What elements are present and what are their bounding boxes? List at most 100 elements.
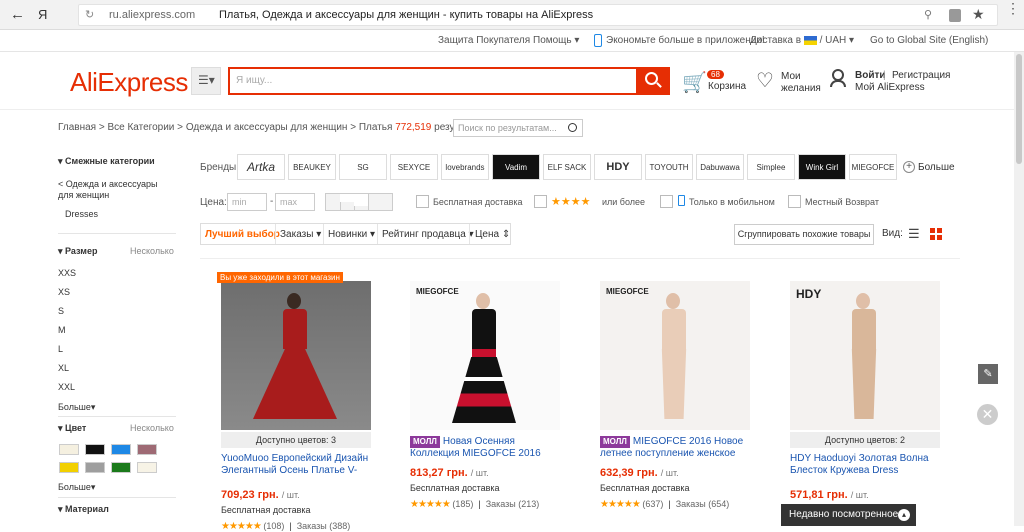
sort-best-match[interactable]: Лучший выбор bbox=[205, 229, 280, 240]
sort-seller-rating[interactable]: Рейтинг продавца ▾ bbox=[382, 229, 474, 240]
bookmark-star-icon[interactable]: ★ bbox=[972, 6, 985, 23]
size-xxl[interactable]: XXL bbox=[58, 382, 173, 392]
brands-more-link[interactable]: Больше bbox=[918, 162, 955, 173]
brand-logo[interactable]: Vadim bbox=[492, 154, 540, 180]
crumb-all-categories[interactable]: Все Категории bbox=[107, 122, 174, 133]
product-title[interactable]: МОЛЛ MIEGOFCE 2016 Новое летнее поступлен… bbox=[600, 436, 750, 460]
mobile-only-label[interactable]: Только в мобильном bbox=[689, 197, 775, 207]
close-icon[interactable]: ✕ bbox=[977, 404, 998, 425]
scrollbar-thumb[interactable] bbox=[1016, 54, 1022, 164]
crumb-clothing[interactable]: Одежда и аксессуары для женщин bbox=[186, 122, 348, 133]
product-title[interactable]: МОЛЛ Новая Осенняя Коллекция MIEGOFCE 201… bbox=[410, 436, 560, 460]
color-swatch[interactable] bbox=[59, 462, 79, 473]
product-title[interactable]: HDY Haoduoyi Золотая Волна Блесток Круже… bbox=[790, 453, 940, 477]
sort-new[interactable]: Новинки ▾ bbox=[328, 229, 375, 240]
color-swatch[interactable] bbox=[137, 444, 157, 455]
size-xl[interactable]: XL bbox=[58, 363, 173, 373]
color-swatch[interactable] bbox=[85, 462, 105, 473]
buyer-protection-link[interactable]: Защита Покупателя bbox=[438, 35, 530, 46]
product-title[interactable]: YuooMuoo Европейский Дизайн Элегантный О… bbox=[221, 453, 371, 477]
cart-icon[interactable]: 🛒 bbox=[682, 70, 707, 95]
my-aliexpress-link[interactable]: Мой AliExpress bbox=[855, 82, 925, 93]
dresses-category-link[interactable]: Dresses bbox=[65, 209, 180, 219]
local-return-checkbox[interactable] bbox=[788, 195, 801, 208]
wishlist-line1[interactable]: Мои bbox=[781, 71, 801, 82]
back-arrow-icon[interactable]: ← bbox=[10, 6, 25, 23]
edit-pencil-icon[interactable]: ✎ bbox=[978, 364, 998, 384]
sort-price[interactable]: Цена ⇕ bbox=[475, 229, 510, 240]
brand-logo[interactable]: SEXYCE bbox=[390, 154, 438, 180]
size-l[interactable]: L bbox=[58, 344, 173, 354]
group-similar-button[interactable]: Сгруппировать похожие товары bbox=[734, 224, 874, 245]
brand-logo[interactable]: TOYOUTH bbox=[645, 154, 693, 180]
color-swatch[interactable] bbox=[85, 444, 105, 455]
search-within-input[interactable]: Поиск по результатам... bbox=[453, 119, 583, 137]
size-more-link[interactable]: Больше▾ bbox=[58, 402, 173, 413]
list-view-icon[interactable]: ☰ bbox=[908, 227, 920, 240]
related-categories-title[interactable]: ▾ Смежные категории bbox=[58, 156, 173, 167]
cart-label[interactable]: Корзина bbox=[708, 81, 746, 92]
free-shipping-checkbox[interactable] bbox=[416, 195, 429, 208]
local-return-label[interactable]: Местный Возврат bbox=[805, 197, 879, 207]
free-shipping-label[interactable]: Бесплатная доставка bbox=[433, 197, 523, 207]
material-filter-title[interactable]: ▾ Материал bbox=[58, 504, 173, 515]
register-link[interactable]: Регистрация bbox=[892, 70, 950, 81]
menu-dots-icon[interactable]: ⋮ bbox=[1006, 1, 1020, 15]
brand-logo[interactable]: Artka bbox=[237, 154, 285, 180]
grid-view-icon[interactable] bbox=[930, 228, 943, 241]
color-swatch[interactable] bbox=[111, 462, 131, 473]
search-key-icon[interactable]: ⚲ bbox=[924, 8, 932, 21]
address-bar[interactable]: ↻ ru.aliexpress.com Платья, Одежда и акс… bbox=[78, 4, 998, 26]
categories-menu-button[interactable]: ☰▾ bbox=[191, 67, 221, 95]
signin-link[interactable]: Войти bbox=[855, 70, 886, 81]
aliexpress-logo[interactable]: AliExpress bbox=[70, 67, 188, 98]
brand-logo[interactable]: HDY bbox=[594, 154, 642, 180]
parent-category-link[interactable]: < Одежда и аксессуары для женщин bbox=[58, 179, 168, 201]
wishlist-line2[interactable]: желания bbox=[781, 83, 821, 94]
sort-orders[interactable]: Заказы ▾ bbox=[280, 229, 321, 240]
global-site-link[interactable]: Go to Global Site (English) bbox=[870, 35, 988, 46]
brand-logo[interactable]: Wink Girl bbox=[798, 154, 846, 180]
size-xxs[interactable]: XXS bbox=[58, 268, 173, 278]
search-placeholder: Я ищу... bbox=[236, 75, 273, 86]
lock-icon[interactable] bbox=[949, 9, 961, 22]
color-swatch[interactable] bbox=[137, 462, 157, 473]
recently-viewed-bar[interactable]: Недавно посмотренное ▴ bbox=[781, 504, 916, 526]
page-scrollbar[interactable] bbox=[1014, 52, 1024, 526]
price-max-input[interactable]: max bbox=[275, 193, 315, 211]
search-button[interactable] bbox=[636, 67, 670, 95]
brand-logo[interactable]: Simplee bbox=[747, 154, 795, 180]
plus-icon[interactable]: + bbox=[903, 161, 915, 173]
help-link[interactable]: Помощь ▾ bbox=[533, 35, 579, 46]
rating-more-label[interactable]: или более bbox=[602, 197, 645, 207]
color-swatch[interactable] bbox=[59, 444, 79, 455]
crumb-home[interactable]: Главная bbox=[58, 122, 96, 133]
product-image[interactable]: HDY bbox=[790, 281, 940, 430]
color-swatch[interactable] bbox=[111, 444, 131, 455]
brand-logo[interactable]: ELF SACK bbox=[543, 154, 591, 180]
product-image[interactable]: MIEGOFCE bbox=[410, 281, 560, 430]
mobile-only-checkbox[interactable] bbox=[660, 195, 673, 208]
size-multiple-toggle[interactable]: Несколько bbox=[130, 246, 180, 256]
search-input[interactable]: Я ищу... bbox=[228, 67, 636, 95]
brand-logo[interactable]: lovebrands bbox=[441, 154, 489, 180]
price-range-histogram[interactable] bbox=[325, 193, 393, 211]
brand-logo[interactable]: Dabuwawa bbox=[696, 154, 744, 180]
brand-logo[interactable]: MIEGOFCE bbox=[849, 154, 897, 180]
size-xs[interactable]: XS bbox=[58, 287, 173, 297]
size-m[interactable]: M bbox=[58, 325, 173, 335]
product-image[interactable]: MIEGOFCE bbox=[600, 281, 750, 430]
color-more-link[interactable]: Больше▾ bbox=[58, 482, 173, 493]
color-multiple-toggle[interactable]: Несколько bbox=[130, 423, 180, 433]
rating-checkbox[interactable] bbox=[534, 195, 547, 208]
app-promo-link[interactable]: Экономьте больше в приложении! bbox=[606, 35, 765, 46]
size-s[interactable]: S bbox=[58, 306, 173, 316]
brand-logo[interactable]: SG bbox=[339, 154, 387, 180]
reload-icon[interactable]: ↻ bbox=[85, 8, 94, 21]
brand-logo[interactable]: BEAUKEY bbox=[288, 154, 336, 180]
delivery-selector[interactable]: Доставка в / UAH ▾ bbox=[750, 35, 854, 46]
page-title: Платья, Одежда и аксессуары для женщин -… bbox=[219, 9, 594, 21]
price-min-input[interactable]: min bbox=[227, 193, 267, 211]
product-image[interactable] bbox=[221, 281, 371, 430]
heart-icon[interactable]: ♡ bbox=[756, 68, 774, 93]
